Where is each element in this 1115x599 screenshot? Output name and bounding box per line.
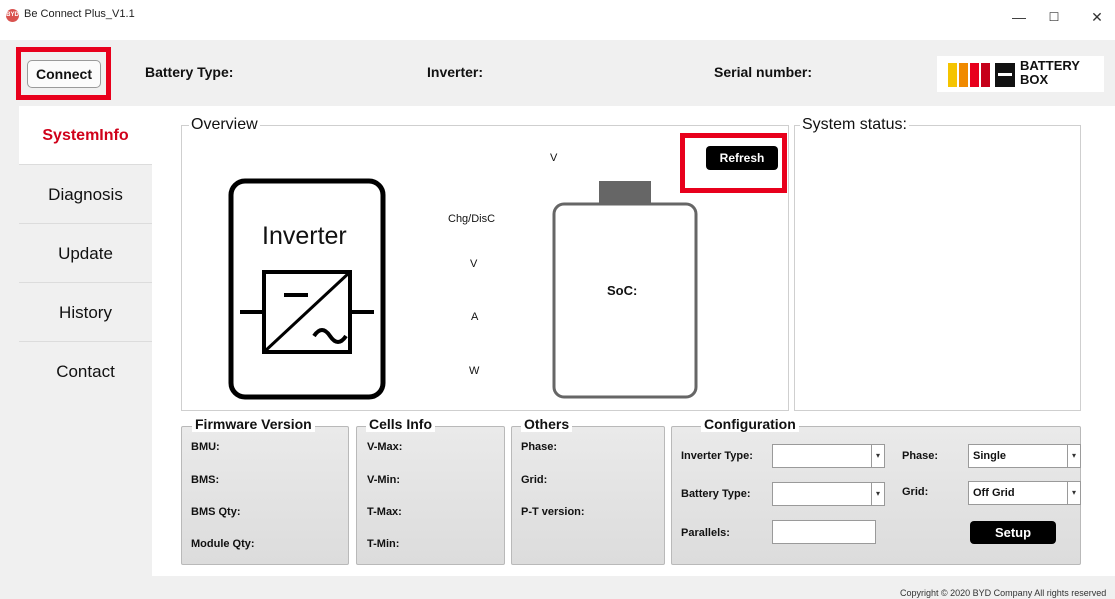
others-title: Others [521,416,573,432]
window-title: Be Connect Plus_V1.1 [24,8,135,20]
voltage-label: V [470,258,478,270]
bmu-label: BMU: [191,441,220,453]
chevron-down-icon: ▾ [871,483,884,505]
close-icon[interactable]: ✕ [1083,6,1111,28]
inverter-diagram-icon [228,178,386,400]
inverter-type-select[interactable]: ▾ [772,444,885,468]
phase-config-label: Phase: [902,450,939,462]
v-max-label: V-Max: [367,441,403,453]
chevron-down-icon: ▾ [1067,445,1080,467]
chevron-down-icon: ▾ [1067,482,1080,504]
chevron-down-icon: ▾ [871,445,884,467]
sidebar-item-history[interactable]: History [19,283,152,342]
phase-select[interactable]: Single ▾ [968,444,1081,468]
module-qty-label: Module Qty: [191,538,255,550]
serial-number-label: Serial number: [714,64,813,80]
overview-title: Overview [189,116,260,134]
soc-label: SoC: [607,283,638,298]
watt-label: W [469,365,480,377]
battery-type-label: Battery Type: [145,64,234,80]
inverter-label-text: Inverter [262,222,347,250]
cells-info-title: Cells Info [366,416,436,432]
logo-bar-darkred [981,63,990,87]
v-min-label: V-Min: [367,474,400,486]
system-status-group [794,125,1081,411]
sidebar-item-systeminfo[interactable]: SystemInfo [19,106,152,165]
logo-bar-yellow [948,63,957,87]
logo-bar-orange [959,63,968,87]
logo-text: BATTERY BOX [1020,58,1080,87]
battery-type-config-label: Battery Type: [681,488,751,500]
sidebar-item-update[interactable]: Update [19,224,152,283]
pt-version-label: P-T version: [521,506,585,518]
battery-box-logo: BATTERY BOX [937,56,1104,92]
inverter-label: Inverter: [427,64,484,80]
setup-button[interactable]: Setup [970,521,1056,544]
phase-info-label: Phase: [521,441,558,453]
app-logo-icon: BYD [6,9,19,22]
system-status-title: System status: [800,116,909,134]
chg-disc-label: Chg/DisC [448,213,496,225]
grid-info-label: Grid: [521,474,548,486]
logo-box-icon [995,63,1015,87]
sidebar-item-diagnosis[interactable]: Diagnosis [19,165,152,224]
battery-voltage-label: V [550,152,558,164]
grid-select[interactable]: Off Grid ▾ [968,481,1081,505]
bms-label: BMS: [191,474,220,486]
t-min-label: T-Min: [367,538,400,550]
grid-config-label: Grid: [902,486,929,498]
copyright-text: Copyright © 2020 BYD Company All rights … [900,588,1107,598]
minimize-icon[interactable]: — [1005,6,1033,28]
bms-qty-label: BMS Qty: [191,506,241,518]
window-titlebar [0,0,1115,40]
sidebar-item-contact[interactable]: Contact [19,342,152,401]
connect-button[interactable]: Connect [27,60,101,88]
firmware-version-title: Firmware Version [192,416,315,432]
battery-type-select[interactable]: ▾ [772,482,885,506]
parallels-input[interactable] [772,520,876,544]
inverter-type-label: Inverter Type: [681,450,753,462]
maximize-icon[interactable]: ☐ [1040,6,1068,28]
configuration-title: Configuration [701,416,799,432]
ampere-label: A [471,311,479,323]
logo-bar-red [970,63,979,87]
t-max-label: T-Max: [367,506,402,518]
parallels-label: Parallels: [681,527,730,539]
refresh-button[interactable]: Refresh [706,146,778,170]
